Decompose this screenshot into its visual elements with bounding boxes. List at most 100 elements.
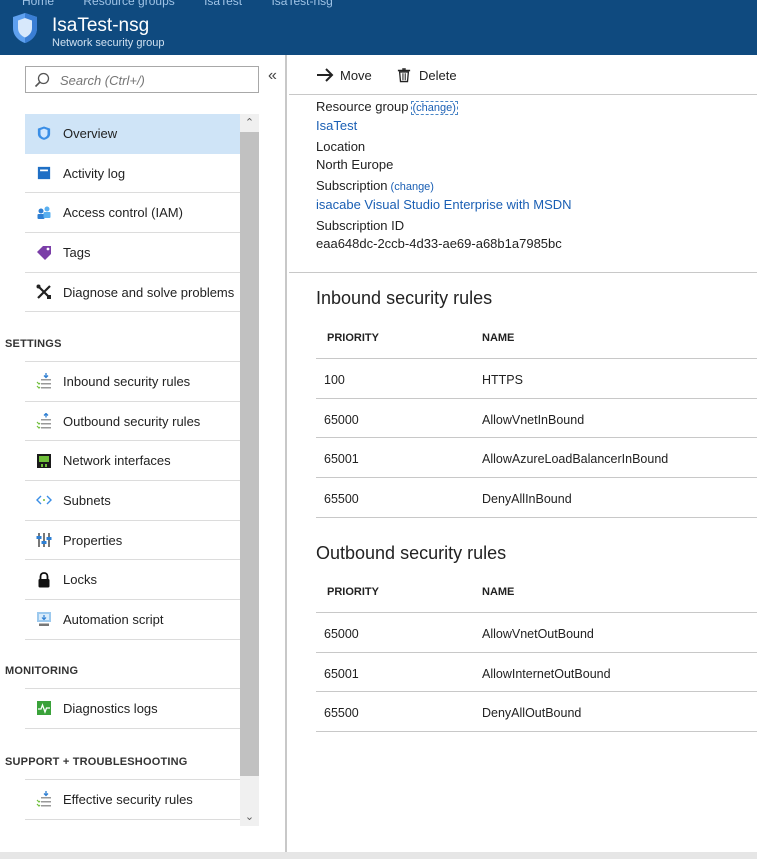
priority-header: PRIORITY: [327, 586, 379, 598]
nav-item-diagnose[interactable]: Diagnose and solve problems: [25, 273, 240, 313]
scroll-up-icon[interactable]: ⌃: [240, 114, 259, 132]
blade-header: Home Resource groups IsaTest IsaTest-nsg…: [0, 0, 757, 55]
nav-item-outbound-rules[interactable]: Outbound security rules: [25, 402, 240, 442]
subscription-value[interactable]: isacabe Visual Studio Enterprise with MS…: [316, 196, 746, 214]
breadcrumb: Home Resource groups IsaTest IsaTest-nsg: [22, 0, 359, 8]
nav-item-automation-script[interactable]: Automation script: [25, 600, 240, 640]
search-box[interactable]: [25, 66, 259, 93]
table-row[interactable]: 65000 AllowVnetOutBound: [316, 613, 757, 653]
nav-item-properties[interactable]: Properties: [25, 521, 240, 561]
subscription-label: Subscription (change): [316, 177, 746, 196]
nav-list-settings: Inbound security rules Outbound security…: [25, 361, 240, 640]
rule-priority: 65000: [324, 627, 359, 641]
rule-priority: 65500: [324, 706, 359, 721]
resource-group-label: Resource group (change): [316, 98, 746, 117]
rule-name: DenyAllOutBound: [482, 706, 582, 721]
nsg-shield-icon: [13, 13, 37, 43]
location-value: North Europe: [316, 157, 394, 172]
outbound-rules-table: PRIORITY NAME 65000 AllowVnetOutBound 65…: [316, 565, 757, 733]
name-header: NAME: [482, 586, 515, 598]
inbound-rules-title: Inbound security rules: [316, 288, 493, 308]
subscription-change-link[interactable]: (change): [391, 181, 434, 193]
wrench-icon: [36, 284, 52, 300]
subscription-id-label: Subscription ID: [316, 218, 405, 233]
scroll-down-icon[interactable]: ⌄: [240, 808, 259, 826]
network-interface-icon: [36, 453, 52, 469]
nav-item-label: Subnets: [63, 492, 111, 508]
nav-item-label: Network interfaces: [63, 453, 171, 469]
resource-group-label-text: Resource group: [316, 99, 409, 114]
horizontal-scrollbar[interactable]: [0, 852, 757, 859]
nav-item-effective-rules[interactable]: Effective security rules: [25, 780, 240, 820]
nav-item-overview[interactable]: Overview: [25, 114, 240, 154]
nav-item-label: Access control (IAM): [63, 205, 183, 221]
section-settings: SETTINGS: [5, 338, 62, 350]
table-row[interactable]: 65500 DenyAllInBound: [316, 478, 757, 518]
nav-scrollbar[interactable]: ⌃ ⌄: [240, 114, 259, 826]
move-button[interactable]: Move: [316, 66, 372, 84]
nav-item-label: Effective security rules: [63, 791, 193, 807]
divider: [289, 272, 757, 273]
automation-script-icon: [36, 611, 52, 627]
table-row[interactable]: 100 HTTPS: [316, 359, 757, 399]
nav-item-inbound-rules[interactable]: Inbound security rules: [25, 362, 240, 402]
section-monitoring: MONITORING: [5, 665, 79, 677]
table-row[interactable]: 65000 AllowVnetInBound: [316, 399, 757, 439]
nav-item-label: Activity log: [63, 165, 126, 181]
rule-priority: 65500: [324, 492, 359, 507]
nav-item-label: Automation script: [63, 611, 164, 627]
nav-item-label: Outbound security rules: [63, 413, 201, 429]
subscription-label-text: Subscription: [316, 178, 388, 193]
subscription-id-value: eaa648dc-2ccb-4d33-ae69-a68b1a7985bc: [316, 236, 562, 251]
breadcrumb-resource-groups[interactable]: Resource groups: [83, 0, 174, 8]
nav-item-label: Diagnose and solve problems: [63, 284, 235, 300]
table-row[interactable]: 65001 AllowInternetOutBound: [316, 653, 757, 693]
move-label: Move: [340, 67, 372, 83]
name-header: NAME: [482, 332, 515, 344]
nav-list-support: Effective security rules: [25, 779, 240, 820]
command-bar: Move Delete: [289, 55, 757, 95]
nav-item-locks[interactable]: Locks: [25, 560, 240, 601]
nav-list-monitoring: Diagnostics logs: [25, 688, 240, 729]
arrow-right-icon: [316, 67, 334, 83]
rule-name: AllowVnetInBound: [482, 412, 585, 427]
outbound-rules-title: Outbound security rules: [316, 543, 507, 563]
scroll-thumb[interactable]: [240, 132, 259, 776]
resource-group-value[interactable]: IsaTest: [316, 117, 746, 135]
resource-group-change-link[interactable]: (change): [410, 101, 458, 115]
page-title: IsaTest-nsg: [52, 15, 150, 36]
rule-name: AllowInternetOutBound: [482, 666, 611, 681]
resource-menu: « Overview Activity log Access control (…: [0, 55, 287, 852]
breadcrumb-home[interactable]: Home: [22, 0, 54, 8]
nav-item-iam[interactable]: Access control (IAM): [25, 193, 240, 234]
subnet-icon: [36, 492, 52, 508]
nav-item-tags[interactable]: Tags: [25, 233, 240, 273]
nav-item-label: Tags: [63, 244, 91, 260]
nav-item-label: Overview: [63, 125, 118, 141]
rule-priority: 65000: [324, 412, 359, 427]
breadcrumb-isatest[interactable]: IsaTest: [204, 0, 242, 8]
nav-item-diagnostics-logs[interactable]: Diagnostics logs: [25, 689, 240, 729]
page-subtitle: Network security group: [52, 37, 165, 49]
shield-icon: [36, 125, 52, 141]
table-row[interactable]: 65500 DenyAllOutBound: [316, 692, 757, 733]
collapse-menu-button[interactable]: «: [268, 67, 277, 85]
nav-item-label: Inbound security rules: [63, 373, 191, 389]
delete-label: Delete: [419, 67, 457, 83]
rule-priority: 100: [324, 373, 345, 387]
section-support: SUPPORT + TROUBLESHOOTING: [5, 756, 188, 768]
nav-item-subnets[interactable]: Subnets: [25, 481, 240, 521]
effective-rules-icon: [36, 791, 52, 808]
nav-item-activity-log[interactable]: Activity log: [25, 154, 240, 194]
search-input[interactable]: [60, 70, 250, 90]
table-row[interactable]: 65001 AllowAzureLoadBalancerInBound: [316, 438, 757, 479]
essentials-panel: Resource group (change) IsaTest Location …: [316, 98, 746, 256]
delete-button[interactable]: Delete: [395, 66, 457, 84]
rule-priority: 65001: [324, 452, 359, 467]
nav-item-label: Properties: [63, 532, 123, 548]
nav-item-network-interfaces[interactable]: Network interfaces: [25, 441, 240, 482]
rule-priority: 65001: [324, 666, 359, 681]
rule-name: AllowAzureLoadBalancerInBound: [482, 452, 669, 467]
inbound-rules-table: PRIORITY NAME 100 HTTPS 65000 AllowVnetI…: [316, 311, 757, 518]
inbound-rules-icon: [36, 373, 52, 390]
